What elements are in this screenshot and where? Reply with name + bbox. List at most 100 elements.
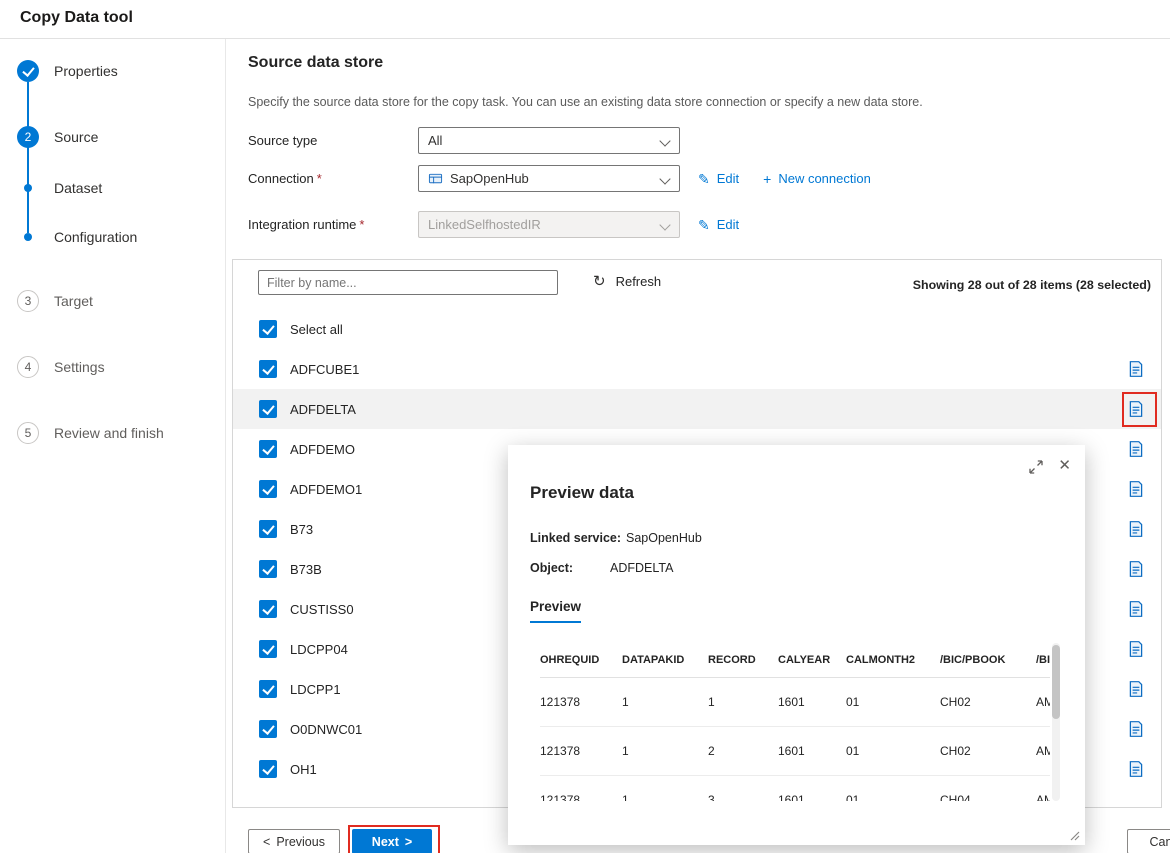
source-type-dropdown[interactable]: All [418, 127, 680, 154]
row-checkbox[interactable] [259, 680, 277, 698]
preview-data-icon[interactable] [1127, 640, 1145, 658]
previous-button[interactable]: < Previous [248, 829, 340, 853]
table-row: 121378 1 2 1601 01 CH02 AM [540, 727, 1050, 776]
step-label: Review and finish [54, 425, 164, 441]
wizard-progress-line [27, 82, 29, 233]
table-cell: 1 [622, 727, 708, 776]
refresh-icon: ↻ [593, 274, 606, 289]
list-item-label: ADFDEMO1 [290, 482, 362, 497]
list-item[interactable]: ADFCUBE1 [233, 349, 1161, 389]
connection-label: Connection* [248, 171, 322, 186]
step-label: Target [54, 293, 93, 309]
source-type-value: All [428, 133, 442, 148]
row-checkbox[interactable] [259, 720, 277, 738]
step-settings[interactable]: 4 Settings [0, 355, 105, 379]
table-cell: 1 [622, 776, 708, 802]
column-header: CALMONTH2 [846, 643, 940, 678]
preview-data-icon[interactable] [1127, 520, 1145, 538]
column-header: /BI [1036, 643, 1050, 678]
table-header-row: OHREQUID DATAPAKID RECORD CALYEAR CALMON… [540, 643, 1050, 678]
row-checkbox[interactable] [259, 440, 277, 458]
source-type-label: Source type [248, 133, 317, 148]
select-all-row[interactable]: Select all [233, 309, 1161, 349]
row-checkbox[interactable] [259, 560, 277, 578]
table-cell: 121378 [540, 727, 622, 776]
chevron-right-icon: > [405, 835, 412, 849]
step-configuration[interactable]: Configuration [0, 225, 137, 249]
page-description: Specify the source data store for the co… [248, 95, 923, 109]
edit-runtime-link[interactable]: ✎ Edit [698, 217, 739, 232]
preview-table-viewport: OHREQUID DATAPAKID RECORD CALYEAR CALMON… [518, 643, 1050, 801]
table-cell: 1601 [778, 678, 846, 727]
edit-link-label: Edit [717, 171, 739, 186]
step-target[interactable]: 3 Target [0, 289, 93, 313]
row-checkbox[interactable] [259, 400, 277, 418]
preview-data-icon[interactable] [1127, 440, 1145, 458]
preview-data-icon[interactable] [1127, 480, 1145, 498]
object-label: Object: [530, 561, 610, 575]
expand-icon[interactable] [1029, 460, 1043, 474]
preview-data-icon[interactable] [1127, 760, 1145, 778]
list-item-label: B73B [290, 562, 322, 577]
row-checkbox[interactable] [259, 360, 277, 378]
tab-preview[interactable]: Preview [530, 599, 581, 623]
cancel-button-label: Cancel [1150, 835, 1170, 849]
substep-dot-icon [24, 184, 32, 192]
refresh-button[interactable]: ↻ Refresh [593, 274, 661, 289]
chevron-down-icon [659, 219, 670, 230]
new-connection-label: New connection [778, 171, 871, 186]
edit-connection-link[interactable]: ✎ Edit [698, 171, 739, 186]
copy-data-tool-page: Copy Data tool Properties 2 Source Datas… [0, 0, 1170, 853]
list-item-label: ADFDELTA [290, 402, 356, 417]
new-connection-link[interactable]: + New connection [763, 171, 871, 186]
table-scrollbar[interactable] [1052, 643, 1060, 801]
pencil-icon: ✎ [698, 218, 710, 232]
check-icon [22, 64, 34, 77]
select-all-label: Select all [290, 322, 343, 337]
next-button[interactable]: Next > [352, 829, 432, 853]
object-value: ADFDELTA [610, 561, 673, 575]
cancel-button[interactable]: Cancel [1127, 829, 1170, 853]
table-cell: 1601 [778, 776, 846, 802]
column-header: OHREQUID [540, 643, 622, 678]
list-item-selected[interactable]: ADFDELTA [233, 389, 1161, 429]
preview-data-icon[interactable] [1127, 560, 1145, 578]
step-review-and-finish[interactable]: 5 Review and finish [0, 421, 164, 445]
check-icon [262, 442, 274, 455]
close-icon[interactable]: ✕ [1058, 456, 1071, 474]
connection-value: SapOpenHub [450, 171, 529, 186]
table-cell: AM [1036, 776, 1050, 802]
preview-data-icon[interactable] [1127, 680, 1145, 698]
connection-dropdown[interactable]: SapOpenHub [418, 165, 680, 192]
sap-openhub-icon [428, 171, 443, 186]
table-cell: 121378 [540, 776, 622, 802]
resize-handle-icon[interactable] [1069, 830, 1080, 841]
table-cell: 01 [846, 727, 940, 776]
row-checkbox[interactable] [259, 520, 277, 538]
preview-data-icon[interactable] [1127, 720, 1145, 738]
row-checkbox[interactable] [259, 760, 277, 778]
step-label: Properties [54, 63, 118, 79]
list-item-label: O0DNWC01 [290, 722, 362, 737]
previous-button-label: Previous [276, 835, 325, 849]
list-item-label: ADFDEMO [290, 442, 355, 457]
list-item-label: B73 [290, 522, 313, 537]
preview-data-icon[interactable] [1127, 600, 1145, 618]
check-icon [262, 482, 274, 495]
step-dataset[interactable]: Dataset [0, 176, 102, 200]
row-checkbox[interactable] [259, 480, 277, 498]
items-summary: Showing 28 out of 28 items (28 selected) [913, 278, 1151, 292]
substep-dot-icon [24, 233, 32, 241]
preview-data-icon[interactable] [1127, 400, 1145, 418]
step-properties[interactable]: Properties [0, 59, 118, 83]
row-checkbox[interactable] [259, 640, 277, 658]
select-all-checkbox[interactable] [259, 320, 277, 338]
preview-data-icon[interactable] [1127, 360, 1145, 378]
step-completed-icon [17, 60, 39, 82]
step-source[interactable]: 2 Source [0, 125, 98, 149]
scrollbar-thumb[interactable] [1052, 645, 1060, 719]
row-checkbox[interactable] [259, 600, 277, 618]
filter-input[interactable] [258, 270, 558, 295]
check-icon [262, 522, 274, 535]
chevron-down-icon [659, 135, 670, 146]
